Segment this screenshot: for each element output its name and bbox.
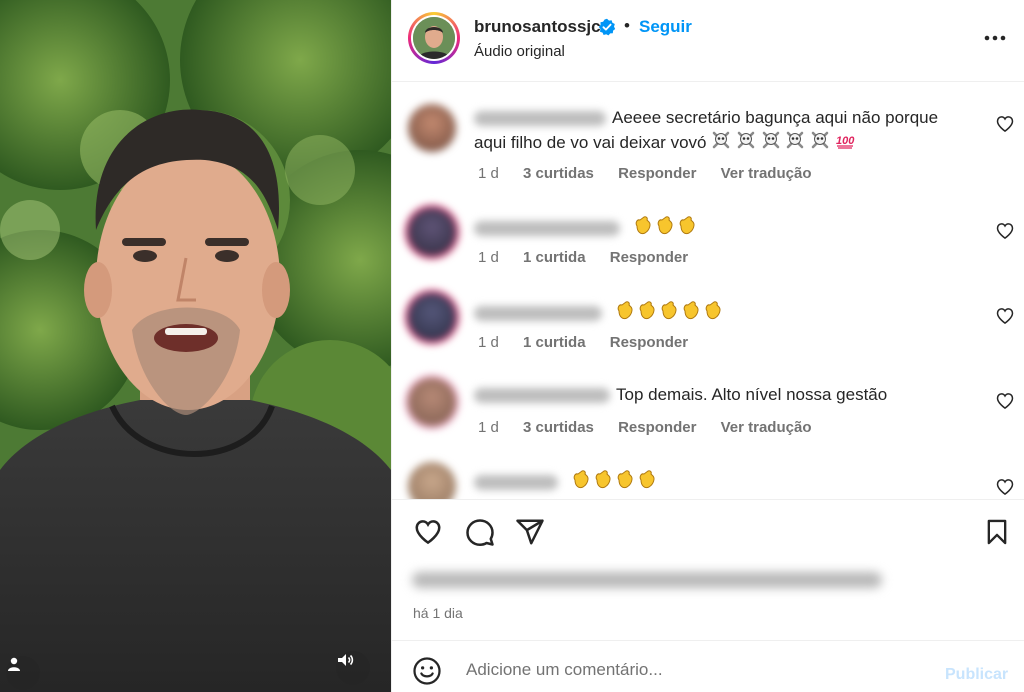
reply-button[interactable]: Responder	[610, 249, 688, 266]
clap-emoji	[701, 299, 723, 328]
author-avatar[interactable]	[408, 12, 460, 64]
commenter-avatar[interactable]	[408, 208, 456, 256]
author-username[interactable]: brunosantossjc	[474, 17, 601, 37]
comments-list[interactable]: Aeeee secretário bagunça aqui não porque…	[392, 82, 1024, 500]
save-button[interactable]	[981, 516, 1013, 548]
heart-icon[interactable]	[995, 306, 1015, 326]
skull-crossbones-emoji	[761, 130, 781, 157]
likes-summary[interactable]	[412, 568, 912, 590]
header-separator: •	[624, 16, 630, 35]
translate-button[interactable]: Ver tradução	[721, 419, 812, 436]
post-actions	[392, 500, 1024, 564]
svg-text:100: 100	[836, 135, 855, 147]
author-avatar-image	[413, 17, 455, 59]
clap-emoji	[675, 214, 697, 243]
audio-label[interactable]: Áudio original	[474, 43, 565, 60]
add-comment-bar: Publicar	[392, 640, 1024, 692]
emoji-icon[interactable]	[412, 656, 442, 686]
comment-age: 1 d	[478, 334, 499, 351]
commenter-username[interactable]	[474, 221, 620, 236]
comment-age: 1 d	[478, 419, 499, 436]
skull-crossbones-emoji	[810, 130, 830, 157]
bookmark-icon	[987, 519, 1007, 545]
verified-badge-icon	[598, 18, 616, 41]
comment-text: Top demais. Alto nível nossa gestão	[616, 385, 888, 404]
comment-body	[474, 214, 974, 243]
follow-button[interactable]: Seguir	[639, 17, 692, 37]
reply-button[interactable]: Responder	[618, 165, 696, 182]
reply-button[interactable]: Responder	[618, 419, 696, 436]
share-icon	[516, 519, 544, 545]
comment-likes[interactable]: 1 curtida	[523, 249, 586, 266]
comment-age: 1 d	[478, 165, 499, 182]
video-frame	[0, 0, 391, 692]
instagram-post-dialog: brunosantossjc • Seguir Áudio original A…	[0, 0, 1024, 692]
commenter-username[interactable]	[474, 306, 602, 321]
comment-age: 1 d	[478, 249, 499, 266]
commenter-avatar[interactable]	[408, 378, 456, 426]
hundred-points-emoji: 100	[835, 130, 855, 157]
comment-icon	[466, 519, 494, 546]
more-options-button[interactable]	[982, 25, 1008, 51]
heart-icon[interactable]	[995, 477, 1015, 497]
user-icon	[8, 657, 20, 671]
comment-meta: 1 d 3 curtidas Responder Ver tradução	[478, 419, 831, 436]
commenter-username[interactable]	[474, 388, 610, 404]
heart-icon[interactable]	[995, 221, 1015, 241]
speaker-icon	[338, 654, 354, 666]
comment-body	[474, 468, 974, 497]
comment-input[interactable]	[464, 655, 918, 685]
clap-emoji	[679, 299, 701, 328]
heart-icon[interactable]	[995, 114, 1015, 134]
commenter-avatar[interactable]	[408, 462, 456, 499]
user-tag-button[interactable]	[6, 656, 40, 690]
comment-button[interactable]	[464, 516, 496, 548]
skull-crossbones-emoji	[785, 130, 805, 157]
comment-likes[interactable]: 1 curtida	[523, 334, 586, 351]
translate-button[interactable]: Ver tradução	[721, 165, 812, 182]
clap-emoji	[657, 299, 679, 328]
heart-icon	[415, 520, 441, 545]
comment-body	[474, 299, 974, 328]
post-video[interactable]	[0, 0, 391, 692]
commenter-avatar[interactable]	[408, 293, 456, 341]
comment-likes[interactable]: 3 curtidas	[523, 419, 594, 436]
clap-emoji	[653, 214, 675, 243]
more-options-icon	[984, 35, 1006, 41]
skull-crossbones-emoji	[736, 130, 756, 157]
commenter-username[interactable]	[474, 111, 606, 127]
heart-icon[interactable]	[995, 391, 1015, 411]
share-button[interactable]	[514, 516, 546, 548]
commenter-username[interactable]	[474, 475, 558, 490]
likes-summary-redacted	[412, 572, 882, 588]
skull-crossbones-emoji	[711, 130, 731, 157]
audio-toggle-button[interactable]	[336, 651, 370, 685]
comment-body: Top demais. Alto nível nossa gestão	[474, 382, 974, 407]
post-header: brunosantossjc • Seguir Áudio original	[392, 0, 1024, 82]
comment-meta: 1 d 1 curtida Responder	[478, 249, 708, 266]
comment-meta: 1 d 1 curtida Responder	[478, 334, 708, 351]
post-timestamp: há 1 dia	[413, 605, 463, 621]
clap-emoji	[631, 214, 653, 243]
clap-emoji	[635, 299, 657, 328]
like-button[interactable]	[412, 516, 444, 548]
comment-body: Aeeee secretário bagunça aqui não porque…	[474, 105, 974, 157]
clap-emoji	[613, 468, 635, 497]
clap-emoji	[591, 468, 613, 497]
post-side-panel: brunosantossjc • Seguir Áudio original A…	[391, 0, 1024, 692]
clap-emoji	[613, 299, 635, 328]
commenter-avatar[interactable]	[408, 104, 456, 152]
reply-button[interactable]: Responder	[610, 334, 688, 351]
comment-meta: 1 d 3 curtidas Responder Ver tradução	[478, 165, 831, 182]
comment-likes[interactable]: 3 curtidas	[523, 165, 594, 182]
clap-emoji	[569, 468, 591, 497]
publish-button[interactable]: Publicar	[945, 666, 1008, 684]
clap-emoji	[635, 468, 657, 497]
